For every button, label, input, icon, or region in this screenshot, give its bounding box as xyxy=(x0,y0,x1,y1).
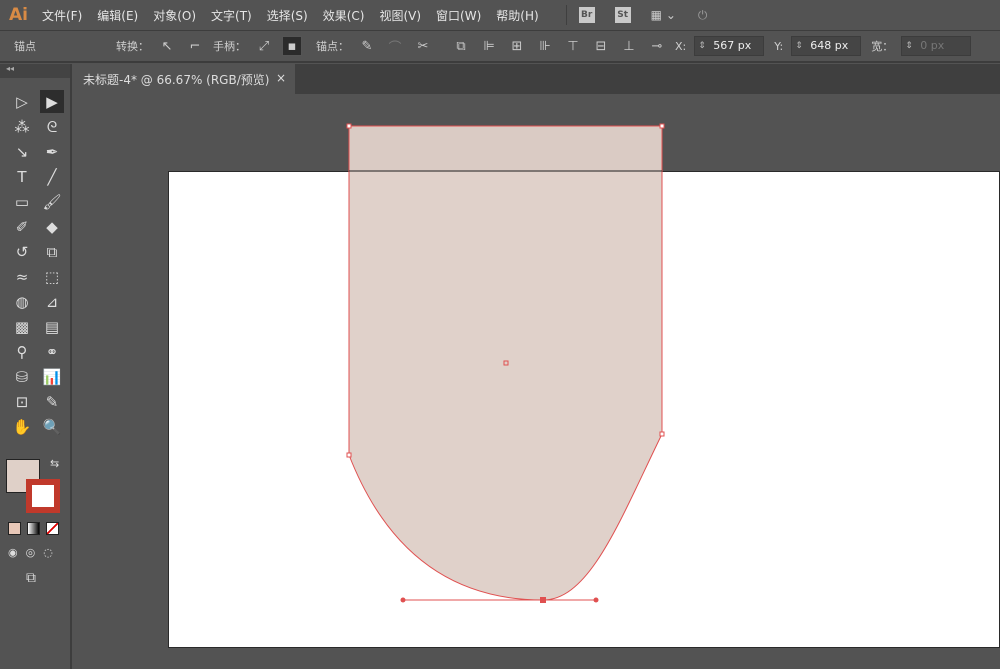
selected-path-shape[interactable] xyxy=(348,125,663,601)
artwork-layer xyxy=(346,123,665,603)
anchor-point[interactable] xyxy=(346,123,352,129)
anchor-point[interactable] xyxy=(346,452,352,458)
anchor-point-selected[interactable] xyxy=(540,597,546,603)
anchor-point[interactable] xyxy=(659,123,665,129)
anchor-point[interactable] xyxy=(659,431,665,437)
handle-point-left[interactable] xyxy=(400,597,406,603)
handle-point-right[interactable] xyxy=(593,597,599,603)
